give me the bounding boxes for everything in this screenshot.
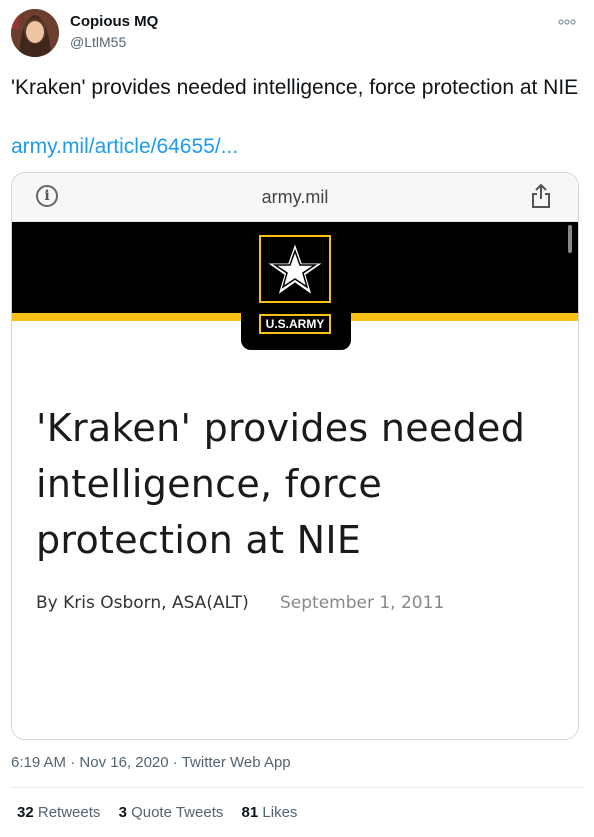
retweets-stat[interactable]: 32 Retweets — [17, 804, 100, 821]
quotes-label: Quote Tweets — [131, 804, 224, 821]
divider — [11, 787, 583, 788]
tweet-text: 'Kraken' provides needed intelligence, f… — [11, 76, 579, 99]
army-logo: U.S.ARMY — [241, 222, 351, 350]
likes-count: 81 — [241, 804, 259, 821]
meta-separator: · — [172, 754, 178, 771]
share-icon[interactable] — [530, 183, 552, 209]
meta-separator: · — [70, 754, 76, 771]
logo-text: U.S.ARMY — [259, 314, 331, 334]
more-options-icon[interactable] — [558, 14, 576, 29]
star-icon — [259, 235, 331, 303]
card-date: September 1, 2011 — [280, 593, 445, 613]
card-domain: army.mil — [261, 187, 329, 207]
quote-tweets-stat[interactable]: 3 Quote Tweets — [119, 804, 224, 821]
card-byline: By Kris Osborn, ASA(ALT) — [36, 593, 249, 613]
tweet-date[interactable]: Nov 16, 2020 — [79, 754, 168, 771]
author-name[interactable]: Copious MQ — [70, 13, 158, 30]
retweets-label: Retweets — [37, 804, 101, 821]
avatar[interactable] — [11, 9, 59, 57]
card-headline: 'Kraken' provides needed intelligence, f… — [36, 406, 526, 562]
card-header-bar: i army.mil — [12, 173, 578, 222]
author-handle[interactable]: @LtlM55 — [70, 34, 126, 50]
tweet-time[interactable]: 6:19 AM — [11, 754, 66, 771]
tweet-link[interactable]: army.mil/article/64655/... — [11, 135, 238, 159]
tweet-source[interactable]: Twitter Web App — [182, 754, 291, 771]
quotes-count: 3 — [118, 804, 127, 821]
tweet-stats: 32 Retweets 3 Quote Tweets 81 Likes — [17, 804, 311, 821]
tweet-meta: 6:19 AM · Nov 16, 2020 · Twitter Web App — [11, 754, 291, 771]
scrollbar[interactable] — [568, 225, 572, 253]
likes-stat[interactable]: 81 Likes — [242, 804, 298, 821]
retweets-count: 32 — [17, 804, 34, 821]
link-preview-card[interactable]: i army.mil U.S.ARMY 'Kraken' provides ne… — [11, 172, 579, 740]
likes-label: Likes — [262, 804, 298, 821]
